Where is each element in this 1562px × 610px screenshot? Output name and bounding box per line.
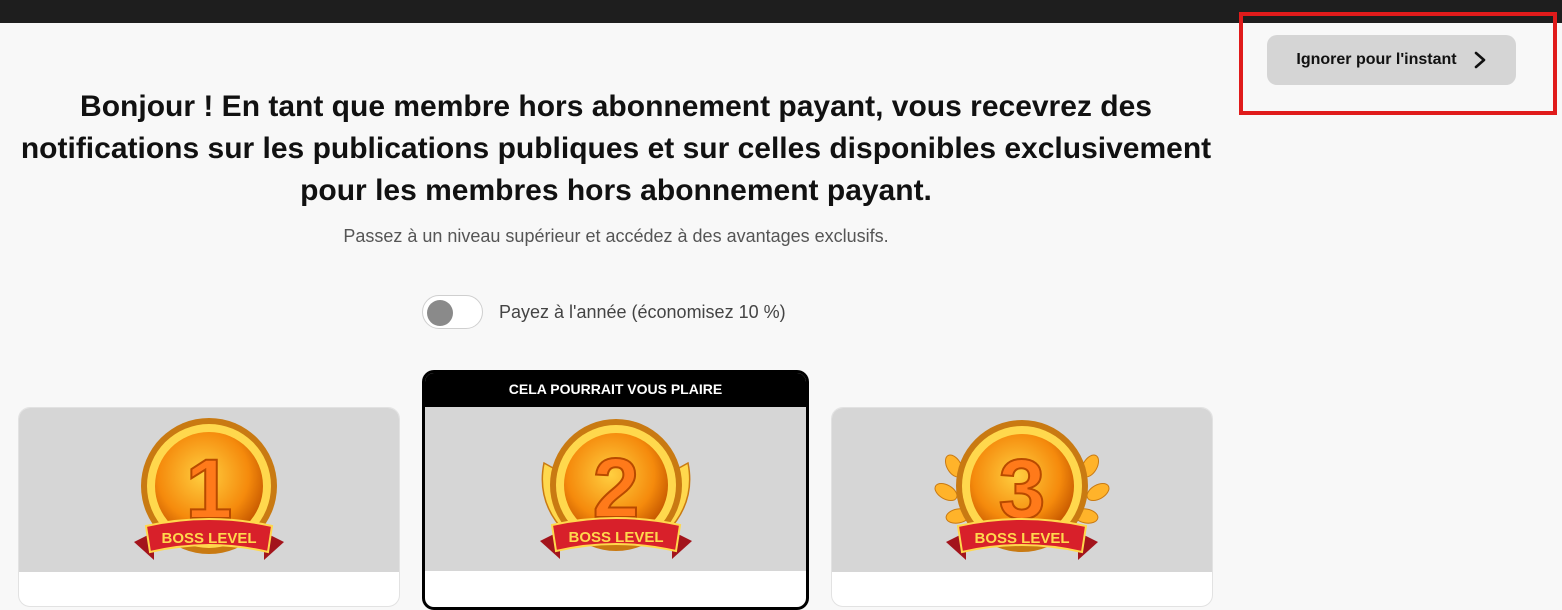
annual-billing-toggle[interactable] (422, 295, 483, 329)
medal-1-icon: 1 BOSS LEVEL (134, 418, 284, 560)
tier-card-2[interactable]: CELA POURRAIT VOUS PLAIRE 2 BOSS LEVEL (422, 370, 809, 610)
svg-text:BOSS LEVEL: BOSS LEVEL (974, 530, 1069, 547)
medal-2-icon: 2 BOSS LEVEL (539, 419, 692, 559)
page-title: Bonjour ! En tant que membre hors abonne… (20, 90, 1212, 207)
tier-2-image: 2 BOSS LEVEL (425, 407, 806, 571)
svg-text:BOSS LEVEL: BOSS LEVEL (161, 530, 256, 547)
tier-card-1[interactable]: 1 BOSS LEVEL (18, 407, 400, 607)
page-subtitle: Passez à un niveau supérieur et accédez … (343, 226, 889, 246)
annual-billing-row: Payez à l'année (économisez 10 %) (422, 295, 786, 329)
toggle-knob (427, 300, 453, 326)
annual-billing-label: Payez à l'année (économisez 10 %) (499, 301, 786, 322)
tier-3-image: 3 BOSS LEVEL (832, 408, 1212, 572)
medal-3-icon: 3 BOSS LEVEL (934, 420, 1110, 560)
tier-card-3[interactable]: 3 BOSS LEVEL (831, 407, 1213, 607)
svg-text:BOSS LEVEL: BOSS LEVEL (568, 529, 663, 546)
skip-button-label: Ignorer pour l'instant (1296, 51, 1457, 68)
chevron-right-icon (1474, 51, 1485, 69)
tier-1-image: 1 BOSS LEVEL (19, 408, 399, 572)
featured-banner: CELA POURRAIT VOUS PLAIRE (425, 373, 806, 407)
skip-for-now-button[interactable]: Ignorer pour l'instant (1267, 35, 1516, 85)
